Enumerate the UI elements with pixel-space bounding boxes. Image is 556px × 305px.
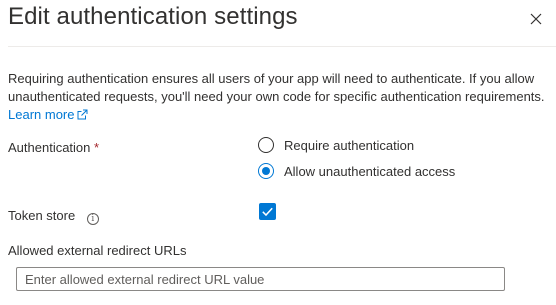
- redirect-url-input[interactable]: [16, 267, 505, 291]
- learn-more-label: Learn more: [8, 107, 75, 122]
- required-marker: *: [94, 140, 100, 155]
- redirect-urls-label: Allowed external redirect URLs: [8, 243, 187, 258]
- radio-require-authentication[interactable]: Require authentication: [258, 135, 414, 155]
- edit-authentication-panel: Edit authentication settings Requiring a…: [0, 0, 556, 305]
- radio-allow-unauthenticated-access[interactable]: Allow unauthenticated access: [258, 161, 455, 181]
- panel-title: Edit authentication settings: [8, 3, 298, 30]
- header-divider: [8, 46, 556, 47]
- radio-label: Require authentication: [284, 137, 415, 153]
- token-store-label-text: Token store: [8, 208, 76, 223]
- learn-more-link[interactable]: Learn more: [8, 107, 88, 122]
- radio-label: Allow unauthenticated access: [284, 163, 456, 179]
- radio-button-unchecked[interactable]: [258, 137, 274, 153]
- token-store-checkbox[interactable]: [259, 203, 276, 220]
- description: Requiring authentication ensures all use…: [8, 70, 553, 125]
- description-text: Requiring authentication ensures all use…: [8, 71, 545, 104]
- authentication-label: Authentication *: [8, 140, 99, 155]
- authentication-label-text: Authentication: [8, 140, 91, 155]
- token-store-label: Token store i: [8, 208, 99, 225]
- external-link-icon: [77, 107, 88, 125]
- info-icon[interactable]: i: [86, 213, 99, 225]
- close-icon[interactable]: [528, 11, 544, 27]
- checkmark-icon: [262, 207, 273, 217]
- radio-button-checked[interactable]: [258, 163, 274, 179]
